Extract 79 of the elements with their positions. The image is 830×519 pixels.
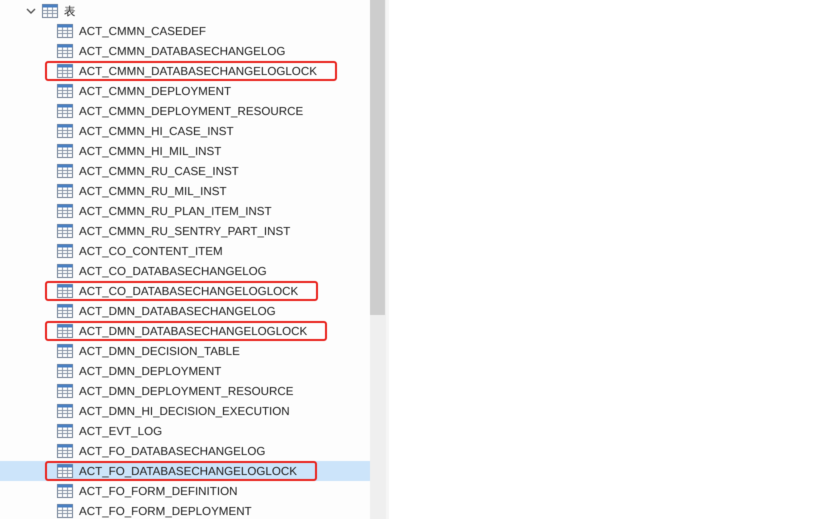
scrollbar-thumb[interactable] xyxy=(370,0,385,315)
table-name: ACT_DMN_HI_DECISION_EXECUTION xyxy=(79,404,290,418)
chevron-icon[interactable] xyxy=(26,6,36,16)
table-name: ACT_FO_FORM_DEFINITION xyxy=(79,484,238,498)
table-icon xyxy=(57,204,73,218)
table-icon xyxy=(57,164,73,178)
table-icon xyxy=(57,84,73,98)
tree-item[interactable]: ACT_FO_DATABASECHANGELOG xyxy=(0,441,370,461)
table-name: ACT_CMMN_DEPLOYMENT xyxy=(79,84,232,98)
table-name: ACT_EVT_LOG xyxy=(79,424,162,438)
table-name: ACT_CMMN_RU_CASE_INST xyxy=(79,164,239,178)
tree-item[interactable]: ACT_EVT_LOG xyxy=(0,421,370,441)
tree-item[interactable]: ACT_CO_DATABASECHANGELOGLOCK xyxy=(0,281,370,301)
tree-item[interactable]: ACT_CMMN_HI_CASE_INST xyxy=(0,121,370,141)
tree-item[interactable]: ACT_DMN_DATABASECHANGELOG xyxy=(0,301,370,321)
tree-item[interactable]: ACT_FO_DATABASECHANGELOGLOCK xyxy=(0,461,370,481)
tree-item[interactable]: ACT_DMN_HI_DECISION_EXECUTION xyxy=(0,401,370,421)
table-name: ACT_CO_DATABASECHANGELOGLOCK xyxy=(79,284,298,298)
scrollbar[interactable] xyxy=(370,0,386,519)
table-icon xyxy=(57,444,73,458)
tree-item[interactable]: ACT_CMMN_CASEDEF xyxy=(0,21,370,41)
table-name: ACT_CO_DATABASECHANGELOG xyxy=(79,264,267,278)
tree-item[interactable]: ACT_FO_FORM_DEFINITION xyxy=(0,481,370,501)
tree-item[interactable]: ACT_FO_FORM_DEPLOYMENT xyxy=(0,501,370,519)
table-icon xyxy=(57,64,73,78)
table-icon xyxy=(57,124,73,138)
tree-item[interactable]: ACT_CMMN_RU_SENTRY_PART_INST xyxy=(0,221,370,241)
table-icon xyxy=(57,104,73,118)
tree-item[interactable]: ACT_DMN_DEPLOYMENT xyxy=(0,361,370,381)
table-icon xyxy=(57,224,73,238)
table-name: ACT_CO_CONTENT_ITEM xyxy=(79,244,223,258)
tree-item[interactable]: ACT_DMN_DATABASECHANGELOGLOCK xyxy=(0,321,370,341)
tree-item[interactable]: ACT_CO_DATABASECHANGELOG xyxy=(0,261,370,281)
table-name: ACT_CMMN_RU_SENTRY_PART_INST xyxy=(79,224,290,238)
table-name: ACT_CMMN_CASEDEF xyxy=(79,24,206,38)
tree-item[interactable]: ACT_CMMN_DEPLOYMENT_RESOURCE xyxy=(0,101,370,121)
table-icon xyxy=(57,384,73,398)
tree-item[interactable]: ACT_CMMN_RU_CASE_INST xyxy=(0,161,370,181)
table-icon xyxy=(57,184,73,198)
tree-item[interactable]: ACT_CMMN_DATABASECHANGELOG xyxy=(0,41,370,61)
table-name: ACT_DMN_DEPLOYMENT_RESOURCE xyxy=(79,384,294,398)
table-name: ACT_FO_DATABASECHANGELOG xyxy=(79,444,266,458)
table-icon xyxy=(57,344,73,358)
table-name: ACT_CMMN_HI_MIL_INST xyxy=(79,144,222,158)
table-name: ACT_DMN_DATABASECHANGELOGLOCK xyxy=(79,324,308,338)
table-name: ACT_DMN_DEPLOYMENT xyxy=(79,364,222,378)
tree-node-label[interactable]: 表 xyxy=(64,4,76,18)
table-name: ACT_CMMN_DATABASECHANGELOG xyxy=(79,44,286,58)
table-icon xyxy=(57,404,73,418)
tree-item[interactable]: ACT_CMMN_RU_MIL_INST xyxy=(0,181,370,201)
table-icon xyxy=(42,4,58,18)
table-icon xyxy=(57,324,73,338)
table-name: ACT_DMN_DECISION_TABLE xyxy=(79,344,240,358)
table-name: ACT_CMMN_HI_CASE_INST xyxy=(79,124,234,138)
tree-item[interactable]: ACT_DMN_DEPLOYMENT_RESOURCE xyxy=(0,381,370,401)
table-icon xyxy=(57,284,73,298)
tree-item[interactable]: ACT_DMN_DECISION_TABLE xyxy=(0,341,370,361)
table-icon xyxy=(57,264,73,278)
table-name: ACT_FO_DATABASECHANGELOGLOCK xyxy=(79,464,297,478)
table-name: ACT_CMMN_RU_MIL_INST xyxy=(79,184,227,198)
tree-item[interactable]: ACT_CMMN_DATABASECHANGELOGLOCK xyxy=(0,61,370,81)
table-icon xyxy=(57,464,73,478)
table-name: ACT_FO_FORM_DEPLOYMENT xyxy=(79,504,252,518)
table-icon xyxy=(57,304,73,318)
table-icon xyxy=(57,24,73,38)
table-icon xyxy=(57,484,73,498)
tree-item[interactable]: ACT_CMMN_HI_MIL_INST xyxy=(0,141,370,161)
tree-item[interactable]: ACT_CMMN_RU_PLAN_ITEM_INST xyxy=(0,201,370,221)
table-icon xyxy=(57,44,73,58)
table-icon xyxy=(57,364,73,378)
table-name: ACT_DMN_DATABASECHANGELOG xyxy=(79,304,276,318)
table-icon xyxy=(57,244,73,258)
table-name: ACT_CMMN_RU_PLAN_ITEM_INST xyxy=(79,204,272,218)
table-icon xyxy=(57,424,73,438)
table-name: ACT_CMMN_DATABASECHANGELOGLOCK xyxy=(79,64,317,78)
tree-item[interactable]: ACT_CMMN_DEPLOYMENT xyxy=(0,81,370,101)
table-name: ACT_CMMN_DEPLOYMENT_RESOURCE xyxy=(79,104,304,118)
tree-item[interactable]: ACT_CO_CONTENT_ITEM xyxy=(0,241,370,261)
table-icon xyxy=(57,144,73,158)
